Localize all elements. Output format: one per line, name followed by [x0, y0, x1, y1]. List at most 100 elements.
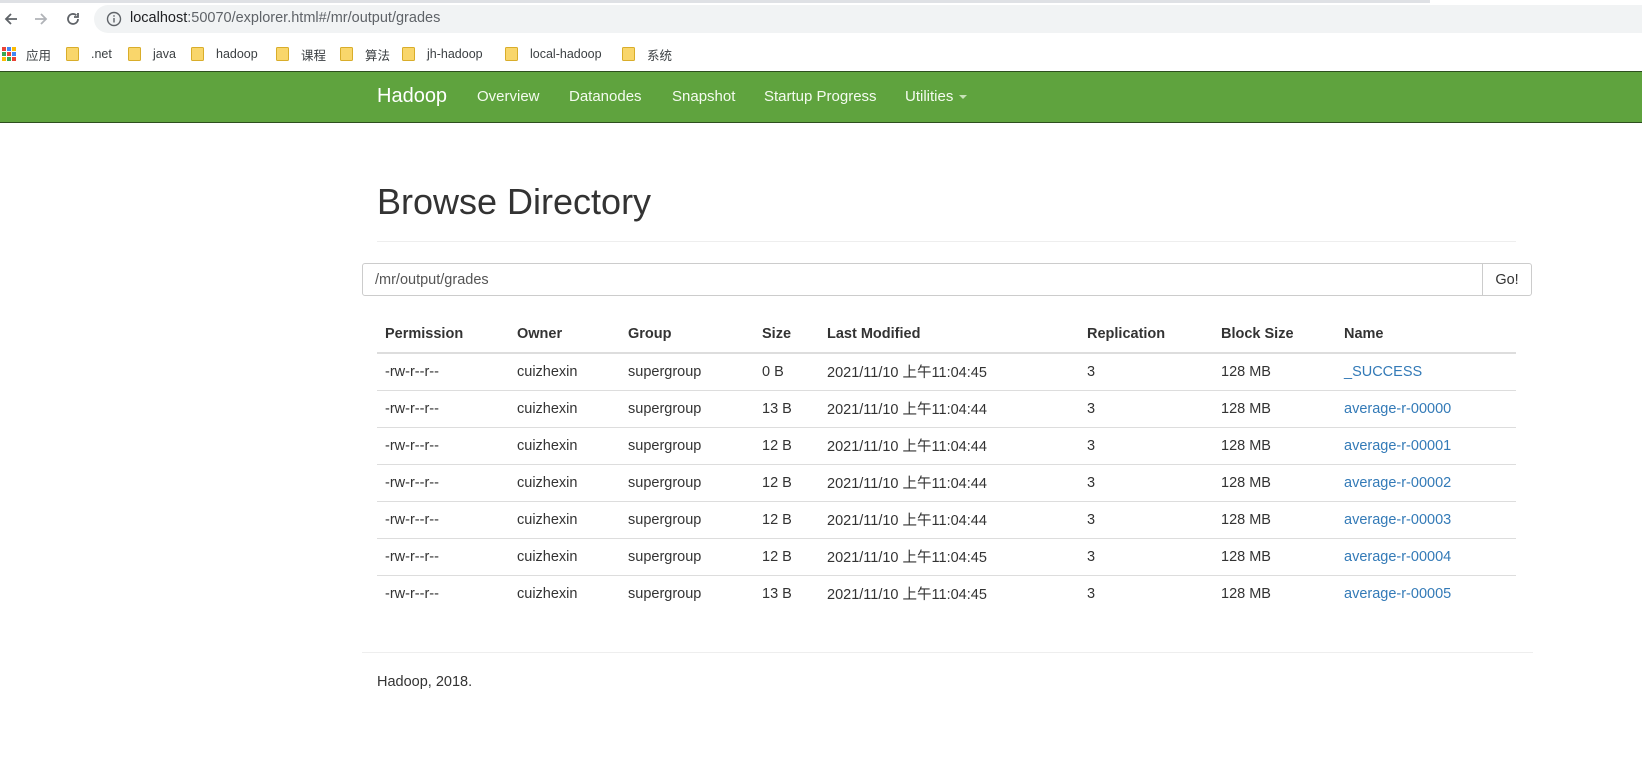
header-permission[interactable]: Permission — [377, 316, 509, 354]
cell-name: average-r-00000 — [1336, 390, 1516, 428]
bookmark-folder[interactable]: .net — [66, 45, 112, 63]
table-row: -rw-r--r-- cuizhexin supergroup 12 B 202… — [377, 501, 1516, 539]
cell-last-modified: 2021/11/10 上午11:04:45 — [819, 538, 1079, 576]
tab-strip-edge — [0, 0, 1430, 3]
cell-size: 12 B — [754, 538, 819, 576]
cell-block-size: 128 MB — [1213, 501, 1336, 539]
file-link[interactable]: average-r-00002 — [1344, 475, 1451, 491]
cell-group: supergroup — [628, 585, 702, 602]
nav-startup-progress[interactable]: Startup Progress — [764, 88, 877, 105]
cell-owner: cuizhexin — [509, 501, 620, 539]
url-text[interactable]: localhost:50070/explorer.html#/mr/output… — [130, 10, 440, 26]
header-last-modified[interactable]: Last Modified — [819, 316, 1079, 354]
go-button[interactable]: Go! — [1482, 263, 1532, 296]
caret-down-icon — [959, 95, 968, 100]
folder-icon — [340, 47, 353, 61]
folder-icon — [276, 47, 289, 61]
cell-last-modified: 2021/11/10 上午11:04:44 — [819, 427, 1079, 465]
directory-path-input[interactable] — [362, 263, 1483, 296]
page-title: Browse Directory — [377, 181, 652, 222]
nav-overview[interactable]: Overview — [477, 88, 540, 105]
file-link[interactable]: average-r-00003 — [1344, 512, 1451, 528]
reload-button[interactable] — [62, 8, 84, 30]
directory-listing-table: Permission Owner Group Size Last Modifie… — [377, 316, 1516, 612]
cell-replication: 3 — [1079, 427, 1213, 465]
cell-block-size: 128 MB — [1213, 427, 1336, 465]
back-button[interactable] — [0, 8, 22, 30]
header-block-size[interactable]: Block Size — [1213, 316, 1336, 354]
bookmark-label: 系统 — [647, 48, 673, 63]
file-link[interactable]: average-r-00001 — [1344, 438, 1451, 454]
file-link[interactable]: average-r-00000 — [1344, 401, 1451, 417]
bookmark-label: 算法 — [365, 48, 391, 63]
folder-icon — [622, 47, 635, 61]
cell-block-size: 128 MB — [1221, 585, 1271, 602]
cell-group: supergroup — [620, 390, 754, 428]
hadoop-navbar: Hadoop Overview Datanodes Snapshot Start… — [0, 71, 1642, 123]
folder-icon — [66, 47, 79, 61]
nav-snapshot[interactable]: Snapshot — [672, 88, 735, 105]
cell-owner: cuizhexin — [509, 538, 620, 576]
forward-button[interactable] — [30, 8, 52, 30]
cell-last-modified: 2021/11/10 上午11:04:45 — [819, 353, 1079, 391]
bookmark-label: .net — [91, 47, 112, 61]
header-replication[interactable]: Replication — [1079, 316, 1213, 354]
cell-name: average-r-00004 — [1336, 538, 1516, 576]
table-row: -rw-r--r-- cuizhexin supergroup 12 B 202… — [377, 464, 1516, 502]
header-name[interactable]: Name — [1336, 316, 1516, 354]
bookmark-folder[interactable]: java — [128, 45, 176, 63]
cell-permission: -rw-r--r-- — [377, 501, 509, 539]
cell-permission: -rw-r--r-- — [377, 464, 509, 502]
reload-icon — [67, 13, 79, 25]
table-row: -rw-r--r-- cuizhexin supergroup 13 B 202… — [377, 575, 1516, 612]
bookmark-label: jh-hadoop — [427, 47, 483, 61]
cell-size: 12 B — [754, 501, 819, 539]
cell-permission: -rw-r--r-- — [377, 353, 509, 391]
footer-text: Hadoop, 2018. — [377, 674, 473, 690]
cell-replication: 3 — [1079, 353, 1213, 391]
cell-block-size: 128 MB — [1213, 390, 1336, 428]
cell-size: 0 B — [754, 353, 819, 391]
header-owner[interactable]: Owner — [509, 316, 620, 354]
cell-replication: 3 — [1079, 390, 1213, 428]
cell-size: 12 B — [754, 427, 819, 465]
info-icon[interactable] — [106, 11, 122, 27]
bookmark-folder[interactable]: hadoop — [191, 45, 258, 63]
header-group[interactable]: Group — [620, 316, 754, 354]
file-link[interactable]: average-r-00004 — [1344, 549, 1451, 565]
cell-owner: cuizhexin — [509, 464, 620, 502]
arrow-right-icon — [35, 13, 48, 25]
folder-icon — [191, 47, 204, 61]
bookmark-folder[interactable]: 系统 — [622, 45, 672, 63]
file-link[interactable]: _SUCCESS — [1344, 364, 1422, 380]
cell-size: 13 B — [754, 390, 819, 428]
cell-size: 13 B — [762, 585, 792, 602]
file-link[interactable]: average-r-00005 — [1344, 586, 1451, 602]
cell-replication: 3 — [1079, 538, 1213, 576]
omnibox[interactable]: localhost:50070/explorer.html#/mr/output… — [94, 5, 1642, 33]
bookmark-folder[interactable]: jh-hadoop — [402, 45, 483, 63]
cell-permission: -rw-r--r-- — [377, 538, 509, 576]
cell-owner: cuizhexin — [509, 427, 620, 465]
browser-address-bar: localhost:50070/explorer.html#/mr/output… — [0, 0, 1642, 38]
cell-owner: cuizhexin — [517, 585, 578, 602]
bookmark-folder[interactable]: 课程 — [276, 45, 326, 63]
bookmarks-bar: 应用 .net java hadoop 课程 算法 jh-hadoop loca… — [0, 38, 1642, 70]
nav-utilities-dropdown[interactable]: Utilities — [905, 88, 968, 105]
cell-block-size: 128 MB — [1213, 538, 1336, 576]
folder-icon — [402, 47, 415, 61]
bookmark-label: 应用 — [26, 48, 52, 63]
bookmark-apps[interactable]: 应用 — [2, 45, 51, 63]
cell-replication: 3 — [1079, 464, 1213, 502]
cell-owner: cuizhexin — [509, 390, 620, 428]
cell-block-size: 128 MB — [1213, 464, 1336, 502]
navbar-brand[interactable]: Hadoop — [377, 85, 447, 108]
bookmark-folder[interactable]: local-hadoop — [505, 45, 602, 63]
bookmark-folder[interactable]: 算法 — [340, 45, 390, 63]
cell-replication: 3 — [1087, 585, 1096, 602]
title-divider — [377, 241, 1516, 242]
nav-datanodes[interactable]: Datanodes — [569, 88, 642, 105]
nav-utilities-label: Utilities — [905, 88, 954, 105]
table-row: -rw-r--r-- cuizhexin supergroup 12 B 202… — [377, 538, 1516, 576]
header-size[interactable]: Size — [754, 316, 819, 354]
